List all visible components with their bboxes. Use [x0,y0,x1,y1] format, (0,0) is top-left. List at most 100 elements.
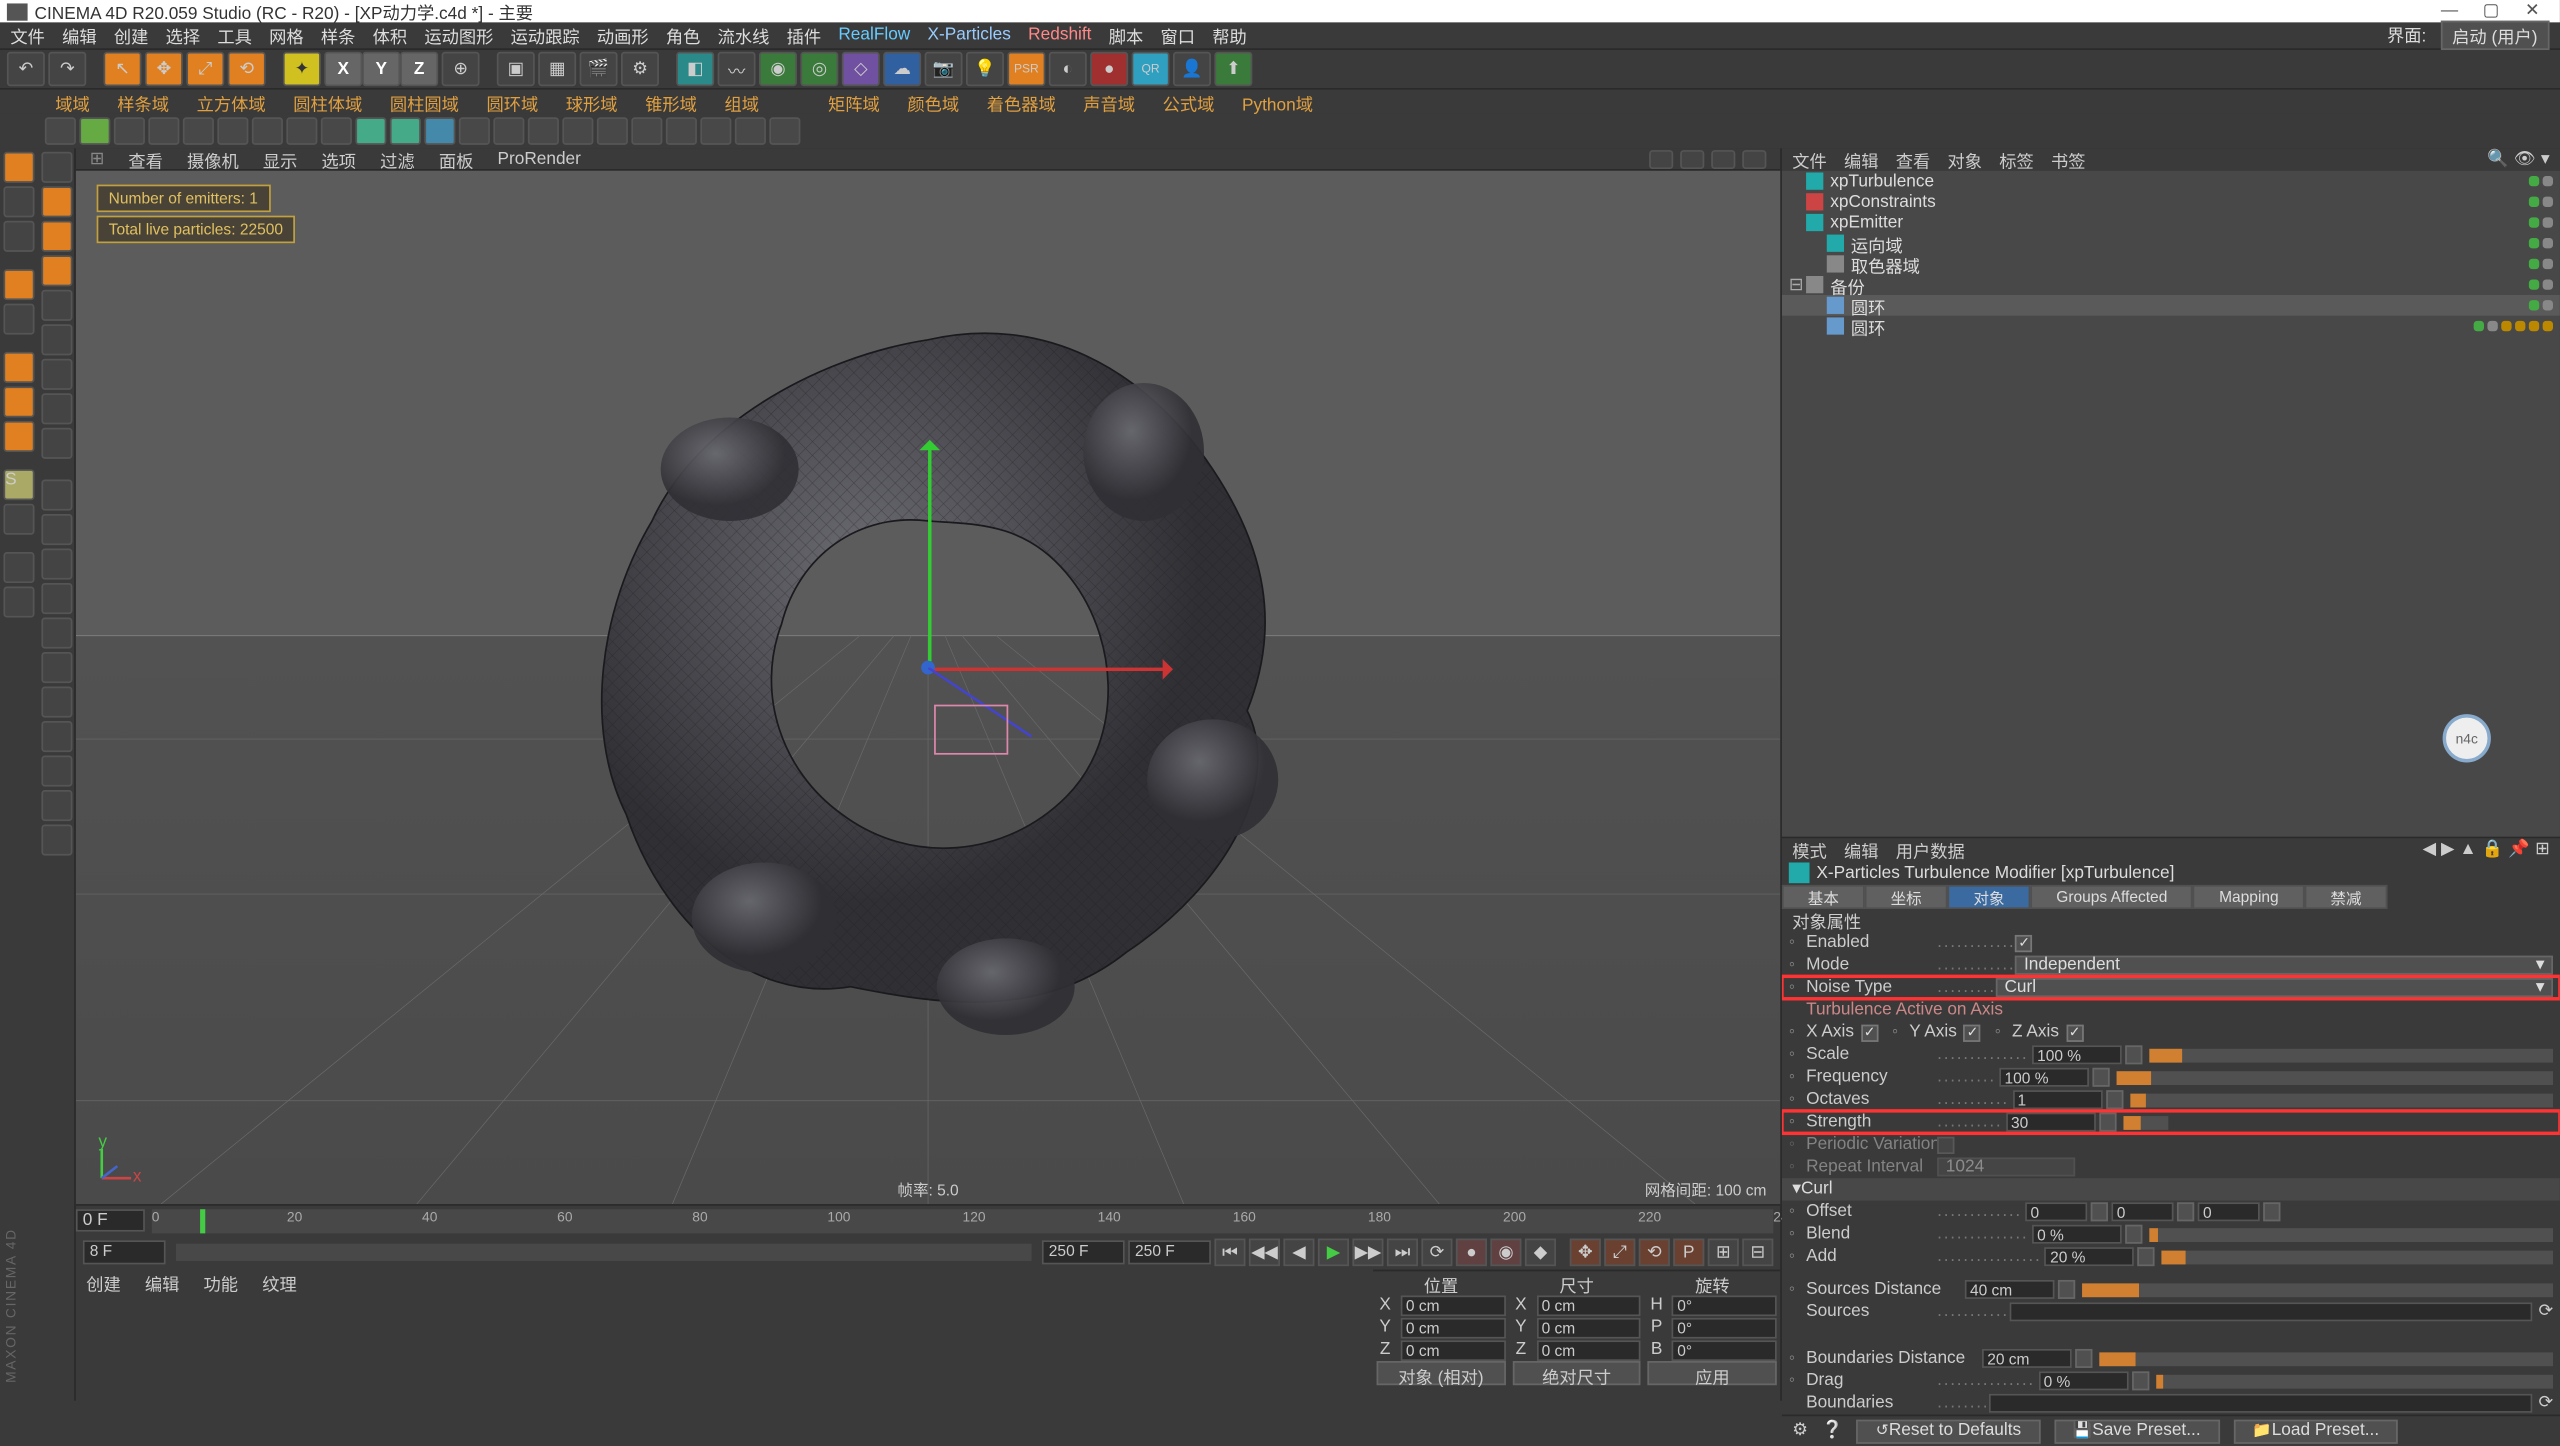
tool-a10[interactable] [41,790,72,821]
field-icon[interactable] [631,117,662,145]
menu-select[interactable]: 选择 [166,22,201,48]
zaxis-checkbox[interactable] [2066,1024,2083,1041]
menu-spline[interactable]: 样条 [321,22,356,48]
tab-function[interactable]: 功能 [204,1269,239,1295]
timeline-cursor[interactable] [200,1208,205,1232]
size-y[interactable]: 0 cm [1536,1317,1641,1338]
add-environment[interactable]: ☁ [883,52,921,87]
add-input[interactable]: 20 % [2045,1247,2135,1266]
offset-y[interactable]: 0 [2112,1202,2174,1221]
tool-e[interactable]: ⬆ [1214,52,1252,87]
vp-nav-icon[interactable] [1649,149,1673,168]
total-frames[interactable]: 250 F [1128,1240,1211,1264]
am-menu-userdata[interactable]: 用户数据 [1896,837,1965,863]
key-r[interactable]: ⟲ [1639,1239,1670,1267]
object-tree-item[interactable]: 圆环 [1782,295,2560,316]
tool-move2[interactable] [41,221,72,252]
field-item[interactable]: 组域 [714,89,769,115]
menu-xparticles[interactable]: X-Particles [928,26,1011,45]
loop-toggle[interactable]: ⟳ [1421,1239,1452,1267]
octaves-input[interactable]: 1 [2012,1090,2102,1109]
pin-icon[interactable]: 📌 [2508,840,2529,859]
tool-a8[interactable] [41,721,72,752]
src-dist-input[interactable]: 40 cm [1965,1280,2055,1299]
add-light[interactable]: 💡 [966,52,1004,87]
coord-apply-button[interactable]: 应用 [1648,1360,1777,1384]
field-icon[interactable] [321,117,352,145]
scrub-slider[interactable] [176,1244,1032,1261]
menu-redshift[interactable]: Redshift [1028,26,1091,45]
tool-a[interactable]: ◐ [1049,52,1087,87]
menu-file[interactable]: 文件 [10,22,45,48]
rot-h[interactable]: 0° [1672,1295,1777,1316]
load-preset-button[interactable]: 📁 Load Preset... [2233,1419,2398,1443]
key-opt1[interactable]: ⊞ [1708,1239,1739,1267]
vp-menu-filter[interactable]: 过滤 [380,146,415,172]
coord-system[interactable]: ⊕ [442,52,480,87]
menu-tools[interactable]: 工具 [217,22,252,48]
field-icon[interactable] [597,117,628,145]
field-item[interactable]: 圆环域 [476,89,548,115]
field-icon[interactable] [286,117,317,145]
vp-nav-icon[interactable] [1711,149,1735,168]
rotate-tool[interactable]: ⟲ [228,52,266,87]
tool-a9[interactable] [41,756,72,787]
field-icon[interactable] [45,117,76,145]
menu-mesh[interactable]: 网格 [269,22,304,48]
noise-type-dropdown[interactable]: Curl▾ [1996,978,2553,997]
om-menu-bookmarks[interactable]: 书签 [2051,147,2086,173]
tool-knife[interactable] [41,428,72,459]
size-x[interactable]: 0 cm [1536,1295,1641,1316]
tab-mapping[interactable]: Mapping [2193,885,2304,909]
field-icon[interactable] [562,117,593,145]
tab-falloff[interactable]: 禁减 [2305,885,2388,909]
field-icon[interactable] [390,117,421,145]
field-item[interactable]: 着色器域 [976,89,1066,115]
key-pla[interactable]: P [1673,1239,1704,1267]
goto-start[interactable]: ⏮ [1214,1239,1245,1267]
field-item[interactable]: 公式域 [1152,89,1224,115]
strength-slider[interactable] [2123,1115,2168,1129]
enabled-checkbox[interactable] [2015,934,2032,951]
periodic-checkbox[interactable] [1937,1136,1954,1153]
tab-object[interactable]: 对象 [1948,885,2031,909]
step-forward[interactable]: ▶▶ [1352,1239,1383,1267]
poly-mode[interactable] [3,421,34,452]
tab-coord[interactable]: 坐标 [1865,885,1948,909]
field-item[interactable]: 域域 [45,89,100,115]
keyframe-rec[interactable]: ● [1456,1239,1487,1267]
lock-icon[interactable]: 🔒 [2482,840,2503,859]
vp-menu-display[interactable]: 显示 [263,146,298,172]
tool-c[interactable]: QR [1132,52,1170,87]
reset-defaults-button[interactable]: ↺ Reset to Defaults [1857,1419,2040,1443]
tool-a2[interactable] [41,514,72,545]
field-icon[interactable] [424,117,455,145]
field-item[interactable]: 矩阵域 [818,89,890,115]
add-camera[interactable]: 📷 [925,52,963,87]
object-tree-item[interactable]: xpTurbulence [1782,171,2560,192]
freq-slider[interactable] [2117,1070,2553,1084]
add-spline[interactable]: 〰 [718,52,756,87]
yaxis-checkbox[interactable] [1964,1024,1981,1041]
field-icon[interactable] [217,117,248,145]
add-primitive[interactable]: ◧ [676,52,714,87]
vp-menu-options[interactable]: 选项 [322,146,357,172]
object-mode[interactable] [3,269,34,300]
menu-mograph[interactable]: 运动图形 [424,22,493,48]
object-tree-item[interactable]: ⊟ 备份 [1782,274,2560,295]
menu-window[interactable]: 窗口 [1160,22,1195,48]
offset-z[interactable]: 0 [2198,1202,2260,1221]
workplane-toggle[interactable] [3,504,34,535]
redo-button[interactable]: ↷ [48,52,86,87]
tool-select-rect[interactable] [41,186,72,217]
menu-realflow[interactable]: RealFlow [838,26,910,45]
object-tree-item[interactable]: 取色器域 [1782,254,2560,275]
locked-toggle[interactable] [3,587,34,618]
select-tool[interactable]: ↖ [104,52,142,87]
field-icon[interactable] [355,117,386,145]
key-all[interactable]: ◆ [1525,1239,1556,1267]
tool-b[interactable]: ● [1090,52,1128,87]
menu-script[interactable]: 脚本 [1109,22,1144,48]
key-s[interactable]: ⤢ [1604,1239,1635,1267]
field-item[interactable]: 声音域 [1073,89,1145,115]
